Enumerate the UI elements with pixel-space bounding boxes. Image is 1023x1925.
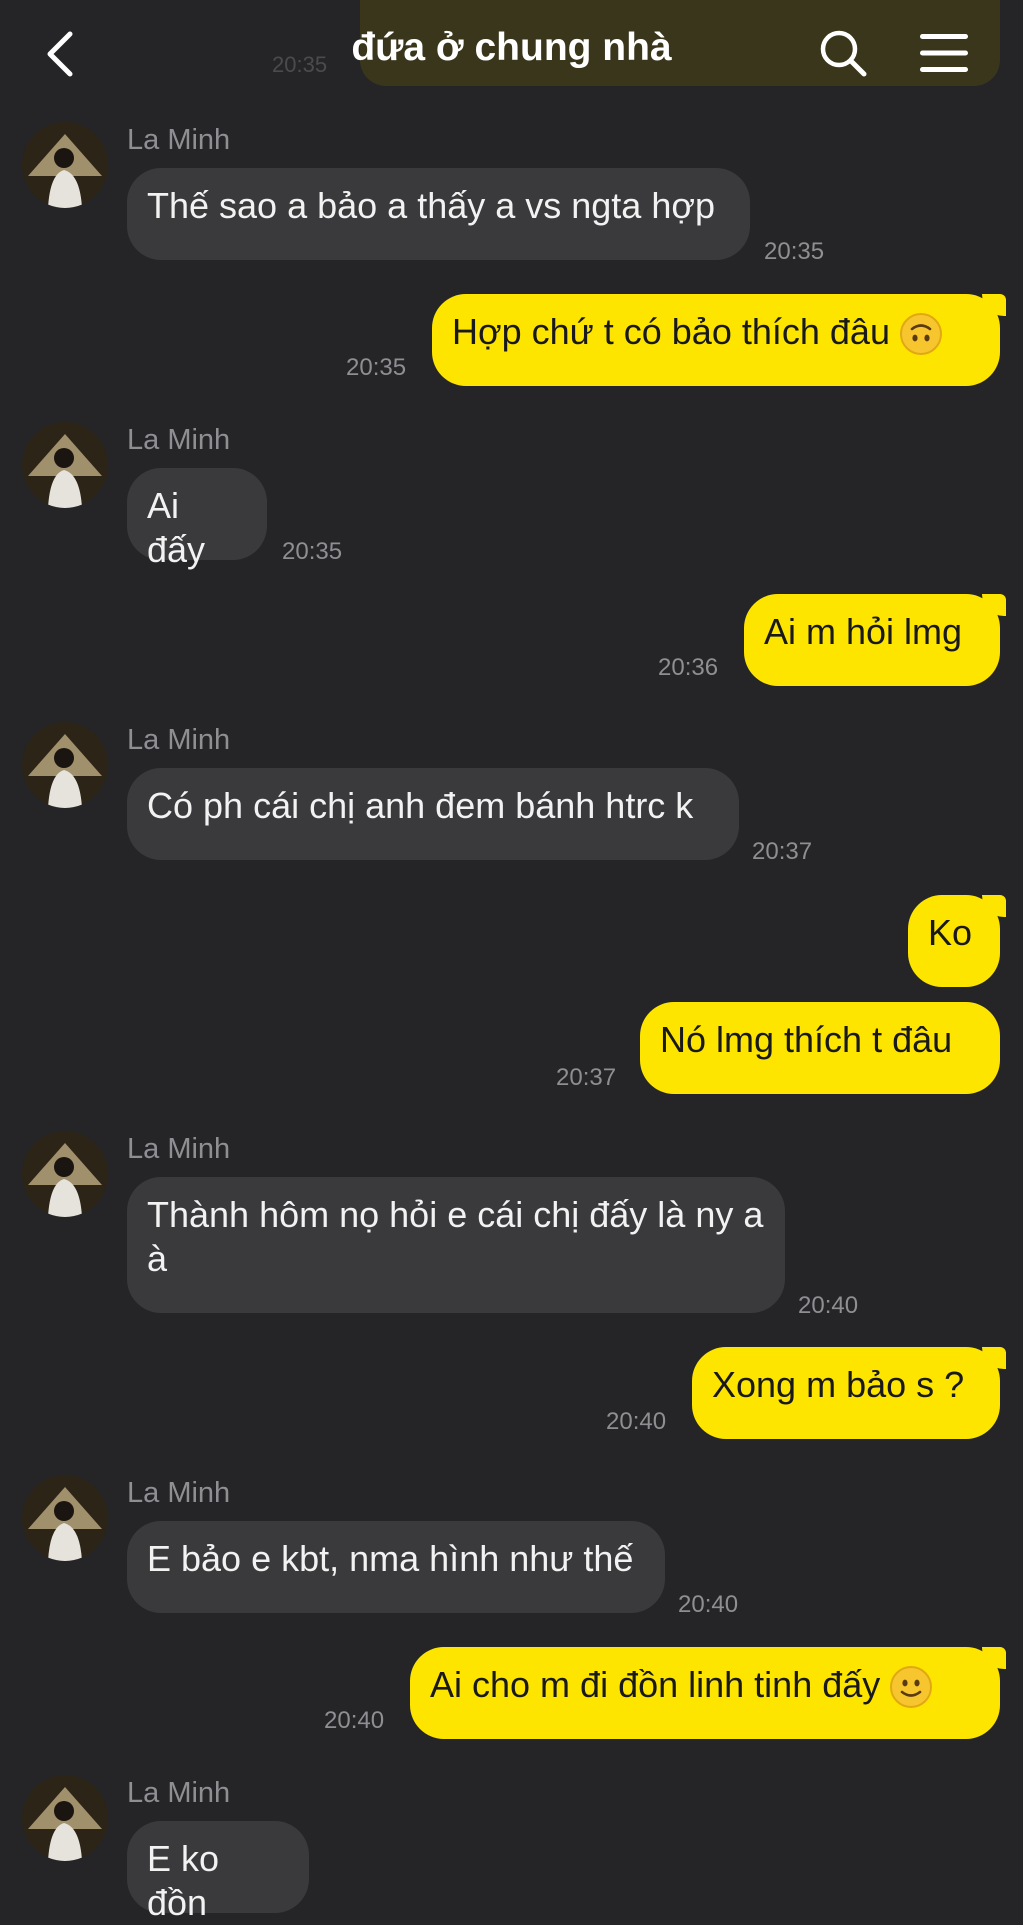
sender-name: La Minh	[127, 124, 231, 156]
message-bubble[interactable]: Thành hôm nọ hỏi e cái chị đấy là ny a à	[127, 1177, 785, 1313]
upside-down-face-icon	[899, 313, 942, 356]
avatar-photo	[22, 1475, 108, 1561]
message-text: Hợp chứ t có bảo thích đâu	[452, 311, 890, 352]
message-timestamp: 20:37	[556, 1064, 617, 1091]
message-timestamp: 20:40	[798, 1292, 859, 1319]
sender-name: La Minh	[127, 424, 231, 456]
message-bubble[interactable]: Có ph cái chị anh đem bánh htrc k	[127, 768, 739, 860]
scrolled-message-ghost	[360, 0, 1000, 86]
back-button[interactable]	[40, 28, 84, 80]
sender-name: La Minh	[127, 1477, 231, 1509]
message-bubble[interactable]: E ko đồn	[127, 1821, 309, 1923]
message-bubble[interactable]: Xong m bảo s ?	[692, 1347, 1006, 1439]
message-bubble[interactable]: E bảo e kbt, nma hình như thế	[127, 1521, 665, 1613]
message-bubble[interactable]: Ai m hỏi lmg	[744, 594, 1006, 686]
sender-name: La Minh	[127, 724, 231, 756]
avatar[interactable]	[22, 1131, 108, 1217]
message-timestamp: 20:37	[752, 838, 813, 865]
message-text: Ai cho m đi đồn linh tinh đấy	[430, 1664, 881, 1705]
slightly-smiling-face-icon	[890, 1666, 933, 1709]
message-timestamp: 20:40	[678, 1591, 739, 1618]
message-timestamp: 20:36	[658, 654, 719, 681]
avatar[interactable]	[22, 1475, 108, 1561]
sender-name: La Minh	[127, 1133, 231, 1165]
avatar-photo	[22, 122, 108, 208]
message-bubble[interactable]: Thế sao a bảo a thấy a vs ngta hợp	[127, 168, 750, 260]
message-bubble[interactable]: Ai đấy	[127, 468, 267, 570]
avatar[interactable]	[22, 122, 108, 208]
avatar-photo	[22, 422, 108, 508]
message-timestamp: 20:40	[606, 1408, 667, 1435]
message-bubble[interactable]: Hợp chứ t có bảo thích đâu	[432, 294, 1006, 386]
message-bubble[interactable]: Ai cho m đi đồn linh tinh đấy	[410, 1647, 1006, 1739]
message-timestamp: 20:35	[346, 354, 407, 381]
message-timestamp: 20:40	[324, 1707, 385, 1734]
avatar[interactable]	[22, 1775, 108, 1861]
ghost-timestamp: 20:35	[272, 52, 328, 77]
avatar-photo	[22, 722, 108, 808]
message-bubble[interactable]: Ko	[908, 895, 1006, 987]
chevron-left-icon	[47, 31, 73, 77]
search-icon	[820, 30, 867, 77]
menu-button[interactable]	[918, 32, 970, 74]
hamburger-menu-icon	[920, 34, 968, 72]
message-bubble[interactable]: Nó lmg thích t đâu	[640, 1002, 1000, 1094]
search-button[interactable]	[818, 28, 868, 78]
message-timestamp: 20:35	[764, 238, 825, 265]
avatar-photo	[22, 1131, 108, 1217]
chat-header: 20:35 đứa ở chung nhà	[0, 0, 1023, 108]
message-timestamp: 20:35	[282, 538, 343, 565]
avatar-photo	[22, 1775, 108, 1861]
sender-name: La Minh	[127, 1777, 231, 1809]
avatar[interactable]	[22, 422, 108, 508]
avatar[interactable]	[22, 722, 108, 808]
